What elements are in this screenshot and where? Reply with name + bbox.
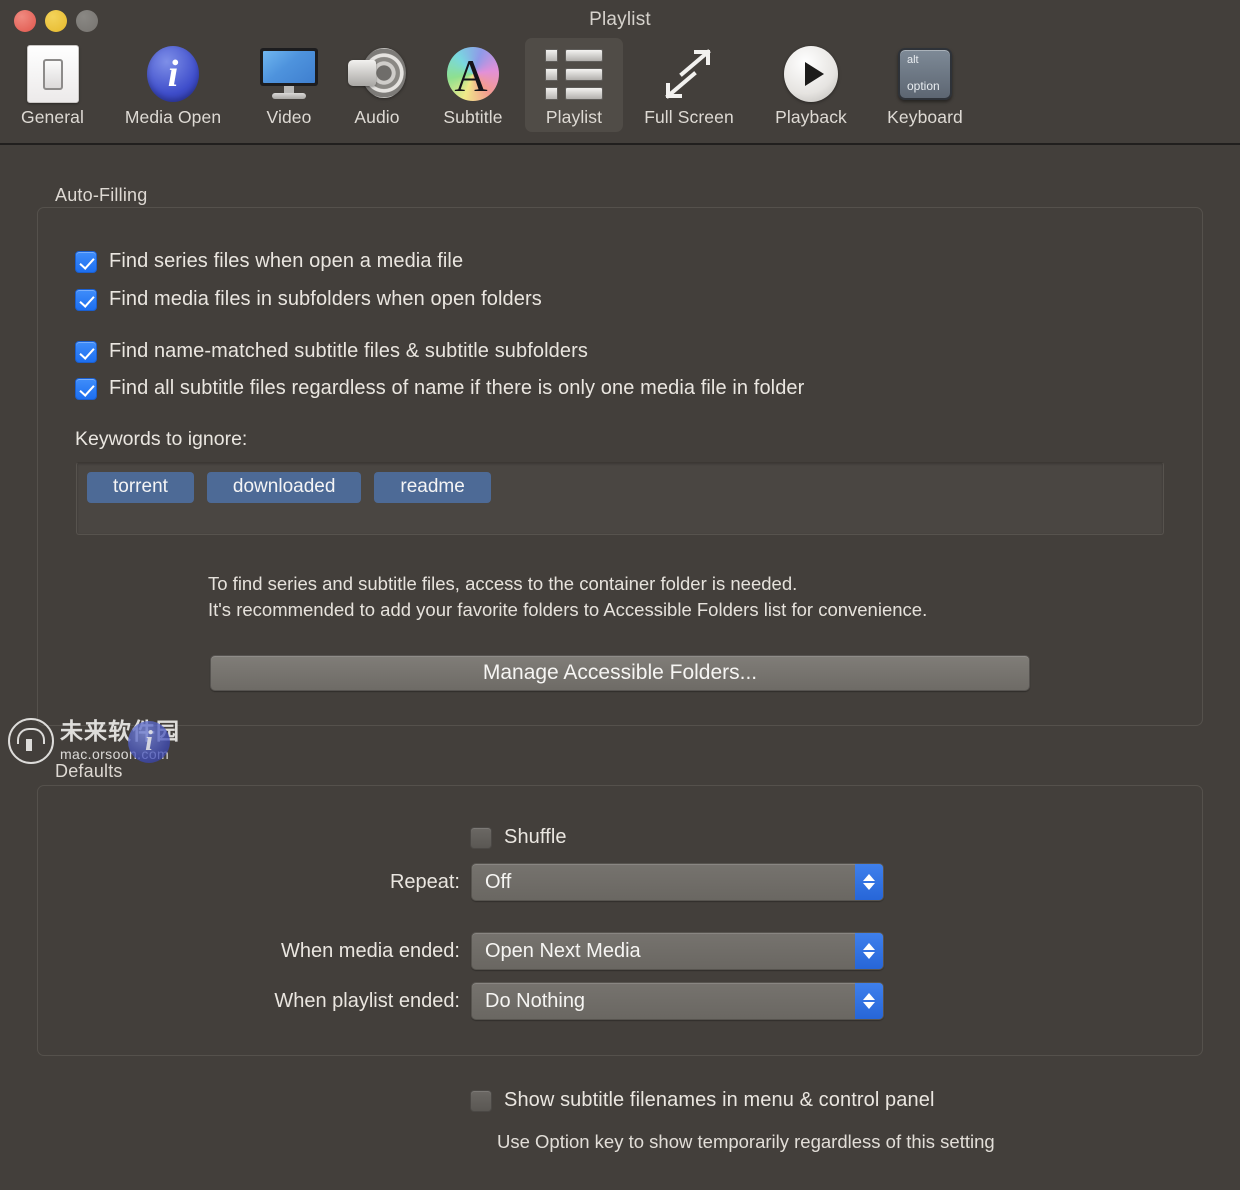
when-media-ended-value: Open Next Media <box>472 940 855 963</box>
repeat-value: Off <box>472 871 855 894</box>
checkbox-label: Show subtitle filenames in menu & contro… <box>504 1089 935 1112</box>
checkbox-label: Shuffle <box>504 826 567 849</box>
speaker-icon <box>339 44 415 104</box>
toolbar-item-general[interactable]: General <box>4 38 101 132</box>
chevron-up-down-icon[interactable] <box>855 864 883 900</box>
list-rows-icon <box>531 44 617 104</box>
watermark-blob-icon: i <box>128 721 170 763</box>
checkbox-row-find-name-matched-subtitles[interactable]: Find name-matched subtitle files & subti… <box>75 340 588 363</box>
option-key-hint: Use Option key to show temporarily regar… <box>497 1131 995 1153</box>
repeat-popup-button[interactable]: Off <box>471 863 884 901</box>
checkbox-row-find-media-subfolders[interactable]: Find media files in subfolders when open… <box>75 288 542 311</box>
toolbar-label: Audio <box>354 107 399 128</box>
when-playlist-ended-popup-button[interactable]: Do Nothing <box>471 982 884 1020</box>
checkbox-label: Find all subtitle files regardless of na… <box>109 377 804 400</box>
toolbar-item-full-screen[interactable]: Full Screen <box>623 38 755 132</box>
show-subtitle-filenames-checkbox[interactable] <box>470 1090 492 1112</box>
when-media-ended-label: When media ended: <box>160 940 460 963</box>
toolbar-label: Subtitle <box>443 107 502 128</box>
toolbar-label: General <box>21 107 84 128</box>
toggle-switch-icon <box>10 44 95 104</box>
info-circle-icon: i <box>107 44 239 104</box>
checkbox-label: Find name-matched subtitle files & subti… <box>109 340 588 363</box>
watermark-en-text: mac.orsoon.com <box>60 747 180 761</box>
toolbar-item-subtitle[interactable]: A Subtitle <box>421 38 525 132</box>
key-alt-label: alt <box>907 54 919 66</box>
toolbar-item-playback[interactable]: Playback <box>755 38 867 132</box>
toolbar-label: Full Screen <box>644 107 734 128</box>
checkbox-row-shuffle[interactable]: Shuffle <box>470 826 567 849</box>
toolbar-label: Playback <box>775 107 847 128</box>
find-all-subtitles-checkbox[interactable] <box>75 378 97 400</box>
chevron-up-down-icon[interactable] <box>855 983 883 1019</box>
checkbox-label: Find series files when open a media file <box>109 250 463 273</box>
keyword-token[interactable]: readme <box>374 472 490 503</box>
toolbar-item-audio[interactable]: Audio <box>333 38 421 132</box>
shuffle-checkbox[interactable] <box>470 827 492 849</box>
toolbar-item-playlist[interactable]: Playlist <box>525 38 623 132</box>
play-circle-icon <box>761 44 861 104</box>
toolbar-label: Video <box>267 107 312 128</box>
checkbox-row-find-all-subtitles[interactable]: Find all subtitle files regardless of na… <box>75 377 804 400</box>
keyword-token[interactable]: torrent <box>87 472 194 503</box>
find-name-matched-subtitles-checkbox[interactable] <box>75 341 97 363</box>
toolbar-label: Media Open <box>125 107 221 128</box>
font-color-a-icon: A <box>427 44 519 104</box>
help-text-line-1: To find series and subtitle files, acces… <box>208 571 797 597</box>
window-title: Playlist <box>0 9 1240 31</box>
when-media-ended-popup-button[interactable]: Open Next Media <box>471 932 884 970</box>
toolbar-item-media-open[interactable]: i Media Open <box>101 38 245 132</box>
toolbar-label: Playlist <box>546 107 602 128</box>
checkbox-row-find-series[interactable]: Find series files when open a media file <box>75 250 463 273</box>
when-playlist-ended-label: When playlist ended: <box>160 990 460 1013</box>
diagonal-arrows-icon <box>629 44 749 104</box>
option-key-icon: alt option <box>873 44 977 104</box>
when-playlist-ended-value: Do Nothing <box>472 990 855 1013</box>
preferences-content: Auto-Filling Find series files when open… <box>0 145 1240 1190</box>
keywords-to-ignore-label: Keywords to ignore: <box>75 428 247 451</box>
checkbox-label: Find media files in subfolders when open… <box>109 288 542 311</box>
chevron-up-down-icon[interactable] <box>855 933 883 969</box>
checkbox-row-show-subtitle-filenames[interactable]: Show subtitle filenames in menu & contro… <box>470 1089 935 1112</box>
key-option-label: option <box>907 79 940 93</box>
preferences-window: Playlist General i Media Open Video <box>0 0 1240 1190</box>
repeat-label: Repeat: <box>210 871 460 894</box>
auto-filling-group-label: Auto-Filling <box>55 185 147 206</box>
defaults-group-label: Defaults <box>55 761 123 782</box>
toolbar-item-video[interactable]: Video <box>245 38 333 132</box>
find-media-subfolders-checkbox[interactable] <box>75 289 97 311</box>
keywords-token-field[interactable]: torrent downloaded readme <box>76 462 1164 535</box>
manage-accessible-folders-button[interactable]: Manage Accessible Folders... <box>210 655 1030 691</box>
display-monitor-icon <box>251 44 327 104</box>
toolbar-item-keyboard[interactable]: alt option Keyboard <box>867 38 983 132</box>
toolbar-label: Keyboard <box>887 107 963 128</box>
preferences-toolbar: General i Media Open Video Aud <box>0 38 1240 145</box>
help-text-line-2: It's recommended to add your favorite fo… <box>208 597 927 623</box>
find-series-checkbox[interactable] <box>75 251 97 273</box>
keyword-token[interactable]: downloaded <box>207 472 361 503</box>
